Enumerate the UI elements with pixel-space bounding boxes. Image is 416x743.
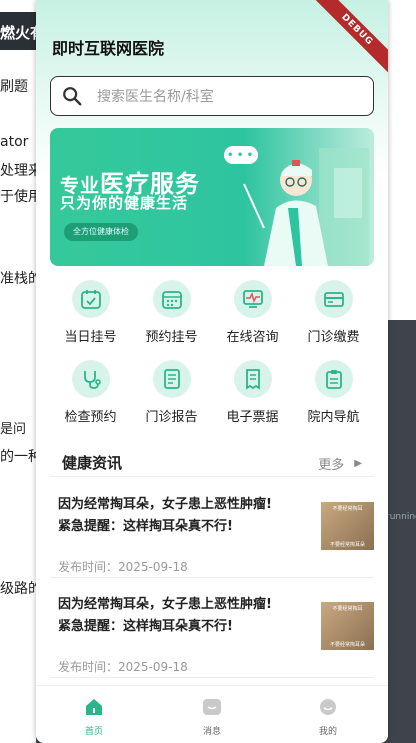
search-placeholder: 搜索医生名称/科室 (97, 89, 214, 105)
service-electronic-receipt[interactable]: 电子票据 (212, 360, 293, 425)
banner-subheading: 只为你的健康生活 (60, 194, 189, 212)
service-label: 检查预约 (64, 410, 117, 425)
search-input[interactable]: 搜索医生名称/科室 (50, 76, 374, 116)
background-text: 处理来 (0, 163, 36, 179)
background-text: 刷题 (0, 79, 28, 95)
news-section-title: 健康资讯 (62, 454, 123, 472)
stethoscope-icon (83, 371, 101, 389)
service-label: 门诊报告 (145, 410, 198, 425)
background-dark-band (386, 320, 416, 743)
service-label: 院内导航 (307, 410, 360, 425)
news-title-line: 紧急提醒：这样掏耳朵真不行! (58, 519, 233, 534)
divider (50, 476, 374, 477)
tab-label: 消息 (202, 727, 221, 737)
clipboard-icon (325, 370, 342, 389)
divider (50, 577, 374, 578)
service-label: 当日挂号 (64, 330, 117, 345)
profile-icon (320, 699, 336, 715)
tab-label: 首页 (84, 727, 103, 737)
service-same-day-register[interactable]: 当日挂号 (50, 280, 131, 345)
background-text: 准栈的 (0, 271, 36, 287)
background-title: 燃火有 (0, 12, 36, 50)
service-label: 门诊缴费 (307, 330, 360, 345)
search-icon (63, 87, 82, 106)
background-running-text: running (386, 512, 416, 522)
card-icon (323, 292, 344, 307)
news-item[interactable]: 因为经常掏耳朵，女子患上恶性肿瘤! 紧急提醒：这样掏耳朵真不行! 发布时间：20… (58, 494, 374, 594)
news-title-line: 因为经常掏耳朵，女子患上恶性肿瘤! (58, 597, 272, 612)
promo-banner[interactable]: • • • 专业医疗服务 只为你的健康生活 全方位健康体检 (50, 128, 374, 266)
thumb-caption: 不要经常掏耳 (332, 506, 363, 512)
message-icon (203, 699, 221, 715)
bottom-tab-bar: 首页 消息 我的 (36, 685, 388, 743)
calendar-check-icon (80, 290, 101, 309)
service-label: 在线咨询 (226, 330, 279, 345)
background-left-panel: 燃火有 刷题 ator 处理来 于使用 准栈的 是问 的一种 级路的 (0, 0, 36, 743)
chevron-right-icon: ▶ (354, 458, 362, 469)
background-text: 的一种 (0, 449, 36, 465)
divider (50, 677, 374, 678)
receipt-icon (245, 369, 260, 390)
calendar-grid-icon (161, 291, 182, 309)
banner-checkup-pill[interactable]: 全方位健康体检 (64, 223, 138, 241)
news-thumbnail: 不要经常掏耳 不要经常掏耳朵 (321, 502, 374, 550)
page-title: 即时互联网医院 (52, 39, 165, 58)
news-item[interactable]: 因为经常掏耳朵，女子患上恶性肿瘤! 紧急提醒：这样掏耳朵真不行! 发布时间：20… (58, 594, 374, 694)
phone-app: DEBUG 即时互联网医院 搜索医生名称/科室 • • • 专业医疗服务 只为你… (36, 0, 388, 743)
news-date: 发布时间：2025-09-18 (58, 660, 188, 674)
news-title: 因为经常掏耳朵，女子患上恶性肿瘤! 紧急提醒：这样掏耳朵真不行! (58, 594, 308, 638)
service-hospital-navigation[interactable]: 院内导航 (293, 360, 374, 425)
doctor-illustration (224, 146, 369, 266)
thumb-caption: 不要经常掏耳朵 (329, 542, 365, 548)
background-text: 是问 (0, 422, 27, 437)
tab-messages[interactable]: 消息 (182, 698, 242, 737)
news-date: 发布时间：2025-09-18 (58, 560, 188, 574)
thumb-caption: 不要经常掏耳朵 (329, 642, 365, 648)
service-outpatient-report[interactable]: 门诊报告 (131, 360, 212, 425)
thumb-caption: 不要经常掏耳 (332, 606, 363, 612)
service-label: 电子票据 (226, 410, 279, 425)
service-appointment-register[interactable]: 预约挂号 (131, 280, 212, 345)
monitor-pulse-icon (242, 290, 263, 308)
news-header: 健康资讯 更多 ▶ (62, 452, 362, 476)
background-text: ator (0, 134, 29, 150)
news-title-line: 因为经常掏耳朵，女子患上恶性肿瘤! (58, 497, 272, 512)
news-more-label: 更多 (318, 458, 345, 473)
service-exam-appointment[interactable]: 检查预约 (50, 360, 131, 425)
news-thumbnail: 不要经常掏耳 不要经常掏耳朵 (321, 602, 374, 650)
background-right-panel: running (386, 0, 416, 743)
tab-profile[interactable]: 我的 (298, 698, 358, 737)
speech-bubble-dots: • • • (227, 150, 254, 161)
service-online-consult[interactable]: 在线咨询 (212, 280, 293, 345)
home-icon (86, 699, 102, 715)
report-icon (163, 369, 180, 389)
news-title-line: 紧急提醒：这样掏耳朵真不行! (58, 619, 233, 634)
news-more-link[interactable]: 更多 ▶ (318, 454, 362, 473)
tab-home[interactable]: 首页 (64, 698, 124, 737)
service-label: 预约挂号 (145, 330, 198, 345)
service-outpatient-payment[interactable]: 门诊缴费 (293, 280, 374, 345)
background-text: 于使用 (0, 189, 36, 205)
background-text: 级路的 (0, 581, 36, 597)
news-title: 因为经常掏耳朵，女子患上恶性肿瘤! 紧急提醒：这样掏耳朵真不行! (58, 494, 308, 538)
tab-label: 我的 (318, 727, 337, 737)
